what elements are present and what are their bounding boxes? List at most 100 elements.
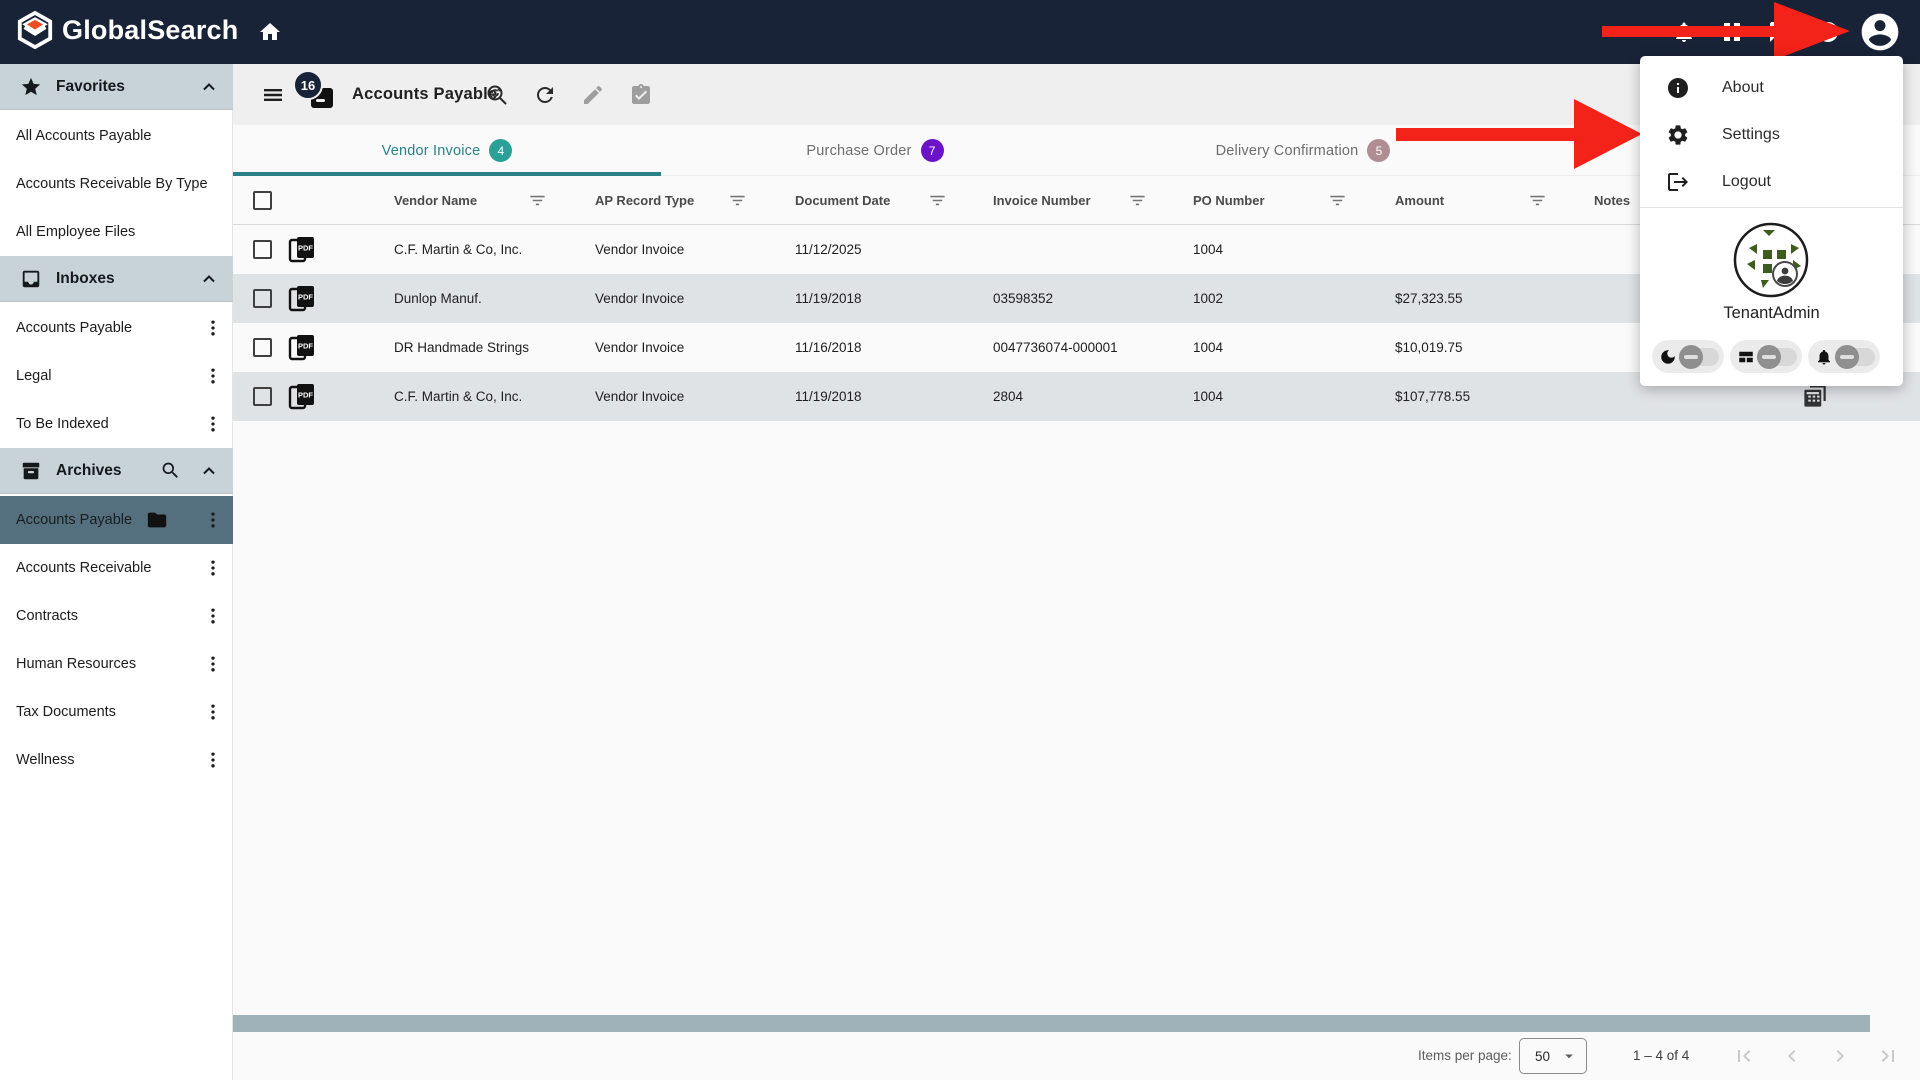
kebab-menu-icon[interactable] [203, 558, 223, 578]
sidebar-item-archive-accounts-payable[interactable]: Accounts Payable [0, 496, 233, 544]
filter-icon[interactable] [1528, 191, 1547, 210]
row-checkbox[interactable] [253, 387, 272, 406]
kebab-menu-icon[interactable] [203, 318, 223, 338]
refresh-icon[interactable] [533, 83, 557, 107]
cell-invoice-number: 2804 [993, 389, 1023, 404]
sidebar-section-inboxes[interactable]: Inboxes [0, 256, 233, 302]
sidebar-item-inbox-accounts-payable[interactable]: Accounts Payable [0, 304, 233, 352]
badge-count: 16 [301, 78, 315, 93]
pdf-document-icon[interactable]: PDF [288, 381, 316, 411]
clipboard-check-icon[interactable] [629, 83, 653, 107]
chevron-up-icon[interactable] [199, 269, 219, 289]
user-avatar[interactable] [1733, 222, 1809, 298]
kebab-menu-icon[interactable] [203, 510, 223, 530]
notifications-toggle[interactable] [1808, 340, 1880, 373]
sidebar-item-archive-tax-documents[interactable]: Tax Documents [0, 688, 233, 736]
kebab-menu-icon[interactable] [203, 414, 223, 434]
tab-count-badge: 5 [1367, 139, 1390, 162]
home-icon[interactable] [258, 20, 282, 44]
sidebar-section-favorites[interactable]: Favorites [0, 64, 233, 110]
related-tables-icon[interactable] [1801, 383, 1828, 410]
sidebar-item-archive-contracts[interactable]: Contracts [0, 592, 233, 640]
svg-text:PDF: PDF [298, 342, 313, 351]
section-label: Inboxes [56, 270, 199, 288]
sidebar-item-inbox-legal[interactable]: Legal [0, 352, 233, 400]
tab-purchase-order[interactable]: Purchase Order 7 [661, 125, 1089, 176]
kebab-menu-icon[interactable] [203, 606, 223, 626]
section-label: Favorites [56, 78, 199, 96]
cell-po-number: 1002 [1193, 291, 1223, 306]
sidebar-item-label: Legal [16, 368, 51, 384]
filter-icon[interactable] [528, 191, 547, 210]
previous-page-icon[interactable] [1780, 1044, 1804, 1068]
toggle-track [1837, 348, 1875, 366]
account-circle-icon[interactable] [1858, 10, 1902, 54]
row-checkbox[interactable] [253, 289, 272, 308]
menu-item-logout[interactable]: Logout [1640, 158, 1903, 206]
globalsearch-logo-icon [16, 11, 54, 49]
tab-label: Vendor Invoice [382, 143, 481, 159]
filter-icon[interactable] [728, 191, 747, 210]
kebab-menu-icon[interactable] [203, 750, 223, 770]
sidebar-item-inbox-to-be-indexed[interactable]: To Be Indexed [0, 400, 233, 448]
pdf-document-icon[interactable]: PDF [288, 283, 316, 313]
pdf-document-icon[interactable]: PDF [288, 234, 316, 264]
column-header-ap-record-type: AP Record Type [595, 193, 694, 208]
sidebar-item-label: Human Resources [16, 656, 136, 672]
chevron-up-icon[interactable] [199, 77, 219, 97]
sidebar-item-archive-wellness[interactable]: Wellness [0, 736, 233, 784]
cell-po-number: 1004 [1193, 340, 1223, 355]
app-logo[interactable]: GlobalSearch [16, 11, 238, 49]
chevron-up-icon[interactable] [199, 461, 219, 481]
sidebar-item-label: To Be Indexed [16, 416, 109, 432]
layout-icon [1737, 348, 1755, 366]
horizontal-scrollbar[interactable] [233, 1015, 1870, 1032]
sidebar-item-label: Tax Documents [16, 704, 116, 720]
toggle-knob-off [1757, 345, 1781, 369]
filter-icon[interactable] [928, 191, 947, 210]
page-size-select[interactable]: 50 [1519, 1038, 1587, 1074]
menu-item-settings[interactable]: Settings [1640, 111, 1903, 159]
column-header-amount: Amount [1395, 193, 1444, 208]
sidebar-item-accounts-receivable-by-type[interactable]: Accounts Receivable By Type [0, 160, 233, 208]
kebab-menu-icon[interactable] [203, 366, 223, 386]
kebab-menu-icon[interactable] [203, 654, 223, 674]
layout-toggle[interactable] [1730, 340, 1802, 373]
pdf-document-icon[interactable]: PDF [288, 332, 316, 362]
search-again-icon[interactable] [485, 83, 509, 107]
svg-text:PDF: PDF [298, 391, 313, 400]
sidebar-item-all-accounts-payable[interactable]: All Accounts Payable [0, 112, 233, 160]
svg-text:PDF: PDF [298, 293, 313, 302]
tab-vendor-invoice[interactable]: Vendor Invoice 4 [233, 125, 661, 176]
sidebar-item-all-employee-files[interactable]: All Employee Files [0, 208, 233, 256]
cell-document-date: 11/19/2018 [795, 389, 862, 404]
kebab-menu-icon[interactable] [203, 702, 223, 722]
edit-icon[interactable] [581, 83, 605, 107]
column-header-po-number: PO Number [1193, 193, 1265, 208]
last-page-icon[interactable] [1876, 1044, 1900, 1068]
select-all-checkbox[interactable] [253, 191, 272, 210]
row-checkbox[interactable] [253, 240, 272, 259]
moon-icon [1659, 348, 1677, 366]
sidebar-item-archive-accounts-receivable[interactable]: Accounts Receivable [0, 544, 233, 592]
row-checkbox[interactable] [253, 338, 272, 357]
menu-item-label: About [1722, 79, 1764, 97]
sidebar-item-archive-human-resources[interactable]: Human Resources [0, 640, 233, 688]
hamburger-menu-icon[interactable] [260, 83, 286, 107]
sidebar-section-archives[interactable]: Archives [0, 448, 233, 494]
gear-icon [1666, 123, 1690, 147]
cell-ap-record-type: Vendor Invoice [595, 340, 684, 355]
filter-icon[interactable] [1328, 191, 1347, 210]
dark-mode-toggle[interactable] [1652, 340, 1724, 373]
cell-ap-record-type: Vendor Invoice [595, 389, 684, 404]
cell-ap-record-type: Vendor Invoice [595, 242, 684, 257]
first-page-icon[interactable] [1732, 1044, 1756, 1068]
filter-icon[interactable] [1128, 191, 1147, 210]
column-header-document-date: Document Date [795, 193, 890, 208]
cell-vendor-name: Dunlop Manuf. [394, 291, 482, 306]
menu-item-about[interactable]: About [1640, 64, 1903, 112]
toggle-knob-off [1835, 345, 1859, 369]
search-icon[interactable] [160, 460, 181, 481]
next-page-icon[interactable] [1828, 1044, 1852, 1068]
cell-invoice-number: 03598352 [993, 291, 1053, 306]
